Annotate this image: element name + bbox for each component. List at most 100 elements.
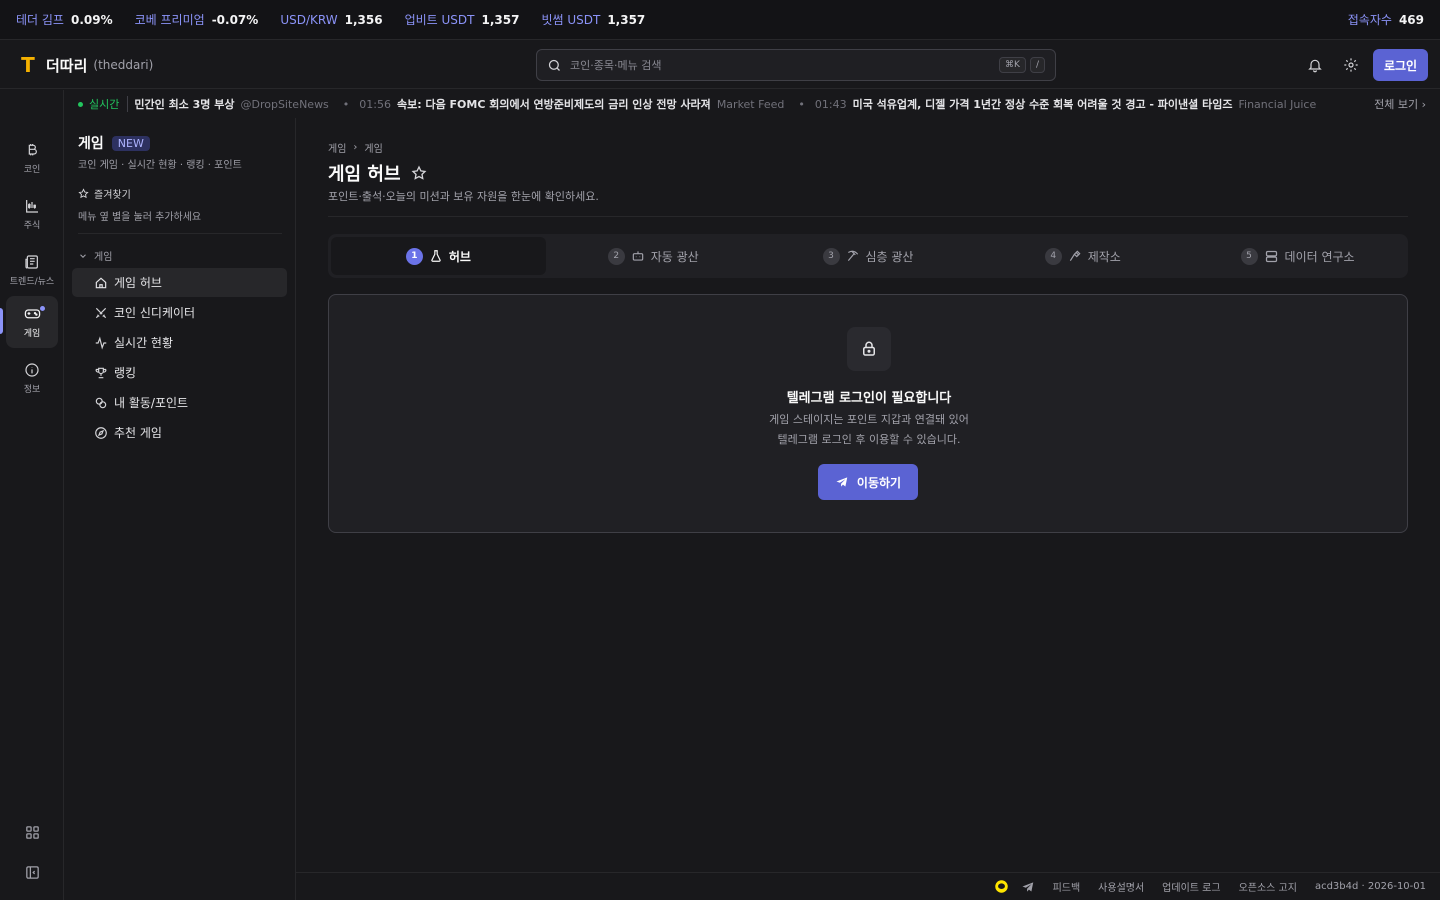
- sidebar-item-ranking[interactable]: 랭킹: [72, 358, 287, 387]
- app-footer: 피드백 사용설명서 업데이트 로그 오픈소스 고지 acd3b4d · 2026…: [296, 872, 1440, 900]
- collapse-sidebar-button[interactable]: [20, 860, 44, 884]
- footer-link-oss-notice[interactable]: 오픈소스 고지: [1239, 879, 1297, 894]
- telegram-icon: [836, 477, 848, 487]
- kakao-chat-icon: [994, 880, 1008, 893]
- footer-version: acd3b4d · 2026-10-01: [1314, 881, 1426, 892]
- rail-top-spacer: [0, 90, 64, 118]
- trophy-icon: [95, 367, 107, 378]
- favorite-star-icon[interactable]: [411, 165, 427, 181]
- breadcrumb-separator: ›: [353, 142, 358, 153]
- search-placeholder: 코인·종목·메뉴 검색: [570, 59, 662, 72]
- tab-deep-mine[interactable]: 3 심층 광산: [761, 237, 976, 275]
- rail-item-coin[interactable]: 코인: [6, 132, 58, 184]
- hammer-icon: [1069, 250, 1081, 261]
- gear-icon: [1344, 58, 1358, 72]
- tab-hub[interactable]: 1 허브: [331, 237, 546, 275]
- news-item[interactable]: 01:43 미국 석유업계, 디젤 가격 1년간 정상 수준 회복 어려울 것 …: [815, 96, 1316, 112]
- lock-icon: [863, 341, 875, 356]
- brand-name: 더따리: [46, 56, 88, 75]
- footer-link-manual[interactable]: 사용설명서: [1098, 879, 1144, 894]
- new-dot-badge: [39, 305, 46, 312]
- menu-group-game[interactable]: 게임: [78, 248, 112, 263]
- sidebar-item-my-activity[interactable]: 내 활동/포인트: [72, 388, 287, 417]
- breadcrumb-item[interactable]: 게임: [364, 140, 382, 155]
- gamepad-icon: [24, 309, 40, 319]
- shortcut-cmd-k: ⌘K: [999, 57, 1026, 73]
- nav-rail: 코인 주식 트렌드/뉴스 게임 정보: [0, 118, 64, 900]
- sidebar-item-game-hub[interactable]: 게임 허브: [72, 268, 287, 297]
- pickaxe-icon: [847, 250, 858, 262]
- star-icon: [78, 188, 89, 199]
- ticker-upbit-usdt[interactable]: 업비트 USDT 1,357: [405, 11, 520, 28]
- settings-button[interactable]: [1337, 51, 1365, 79]
- flask-icon: [431, 250, 441, 262]
- page-title: 게임 허브: [328, 160, 427, 186]
- active-rail-indicator: [0, 308, 3, 334]
- chart-candle-icon: [26, 199, 38, 213]
- grid-icon: [25, 825, 39, 839]
- shortcut-slash: /: [1029, 57, 1045, 73]
- compass-icon: [95, 426, 107, 439]
- news-view-all-link[interactable]: 전체 보기 ›: [1374, 96, 1426, 112]
- telegram-link[interactable]: [1021, 880, 1035, 894]
- bullet-separator: •: [342, 97, 350, 111]
- card-description-line: 게임 스테이지는 포인트 지갑과 연결돼 있어: [769, 413, 969, 426]
- notifications-button[interactable]: [1301, 51, 1329, 79]
- swords-icon: [95, 307, 107, 318]
- ticker-tether-premium[interactable]: 테더 김프 0.09%: [16, 11, 113, 28]
- rail-item-info[interactable]: 정보: [6, 352, 58, 404]
- robot-icon: [632, 251, 643, 261]
- tab-auto-mine[interactable]: 2 자동 광산: [546, 237, 761, 275]
- rail-item-stock[interactable]: 주식: [6, 188, 58, 240]
- card-heading: 텔레그램 로그인이 필요합니다: [786, 391, 952, 406]
- search-icon: [548, 59, 560, 71]
- app-header: T 더따리 (theddari) 코인·종목·메뉴 검색 ⌘K / 로그인: [0, 41, 1440, 89]
- info-icon: [25, 362, 39, 377]
- logo-mark: T: [21, 53, 35, 77]
- sidebar-item-recommended-games[interactable]: 추천 게임: [72, 418, 287, 447]
- bell-icon: [1308, 59, 1322, 73]
- ticker-coinbase-premium[interactable]: 코베 프리미엄 -0.07%: [135, 11, 259, 28]
- card-description-line: 텔레그램 로그인 후 이용할 수 있습니다.: [777, 433, 961, 446]
- favorites-hint: 메뉴 옆 별을 눌러 추가하세요: [78, 212, 202, 223]
- apps-grid-button[interactable]: [20, 820, 44, 844]
- breadcrumb-item[interactable]: 게임: [328, 140, 346, 155]
- divider: [78, 233, 282, 234]
- favorites-header: 즐겨찾기: [78, 186, 131, 201]
- login-button[interactable]: 로그인: [1373, 49, 1428, 81]
- rail-item-trend-news[interactable]: 트렌드/뉴스: [6, 244, 58, 296]
- kakaotalk-link[interactable]: [994, 879, 1009, 894]
- online-users: 접속자수 469: [1347, 12, 1424, 28]
- search-input[interactable]: 코인·종목·메뉴 검색 ⌘K /: [536, 49, 1056, 81]
- sidebar-title: 게임 NEW: [78, 133, 150, 153]
- news-item[interactable]: 01:56 속보: 다음 FOMC 회의에서 연방준비제도의 금리 인상 전망 …: [359, 96, 805, 112]
- news-item[interactable]: 민간인 최소 3명 부상 @DropSiteNews •: [134, 96, 349, 112]
- bitcoin-icon: [28, 143, 37, 155]
- page-description: 포인트·출석·오늘의 미션과 보유 자원을 한눈에 확인하세요.: [328, 190, 599, 203]
- ticker-usd-krw[interactable]: USD/KRW 1,356: [280, 13, 382, 27]
- go-to-login-button[interactable]: 이동하기: [818, 464, 918, 500]
- tab-workshop[interactable]: 4 제작소: [975, 237, 1190, 275]
- main-content: 게임 › 게임 게임 허브 포인트·출석·오늘의 미션과 보유 자원을 한눈에 …: [296, 118, 1440, 872]
- ticker-bithumb-usdt[interactable]: 빗썸 USDT 1,357: [541, 11, 645, 28]
- activity-icon: [95, 335, 107, 350]
- sidebar-description: 코인 게임 · 실시간 현황 · 랭킹 · 포인트: [78, 160, 242, 171]
- footer-link-changelog[interactable]: 업데이트 로그: [1162, 879, 1220, 894]
- bullet-separator: •: [798, 97, 805, 111]
- login-required-card: 텔레그램 로그인이 필요합니다 게임 스테이지는 포인트 지갑과 연결돼 있어 …: [328, 294, 1408, 533]
- live-indicator: 실시간: [78, 96, 119, 112]
- telegram-icon: [1022, 881, 1033, 892]
- market-ticker-bar: 테더 김프 0.09% 코베 프리미엄 -0.07% USD/KRW 1,356 업비…: [0, 0, 1440, 40]
- sidebar-item-live-status[interactable]: 실시간 현황: [72, 328, 287, 357]
- new-badge: NEW: [111, 135, 150, 151]
- brand-logo[interactable]: T 더따리 (theddari): [18, 53, 153, 77]
- rail-item-game[interactable]: 게임: [6, 296, 58, 348]
- live-dot: [78, 101, 83, 107]
- news-items: 민간인 최소 3명 부상 @DropSiteNews • 01:56 속보: 다…: [127, 96, 1362, 112]
- tab-data-lab[interactable]: 5 데이터 연구소: [1190, 237, 1405, 275]
- sidebar-item-coin-syndicator[interactable]: 코인 신디케이터: [72, 298, 287, 327]
- game-sidebar: 게임 NEW 코인 게임 · 실시간 현황 · 랭킹 · 포인트 즐겨찾기 메뉴…: [64, 118, 296, 900]
- coins-icon: [95, 397, 107, 408]
- game-tabs: 1 허브 2 자동 광산 3 심층 광산 4 제작소 5 데이터 연구소: [328, 234, 1408, 278]
- footer-link-feedback[interactable]: 피드백: [1053, 879, 1081, 894]
